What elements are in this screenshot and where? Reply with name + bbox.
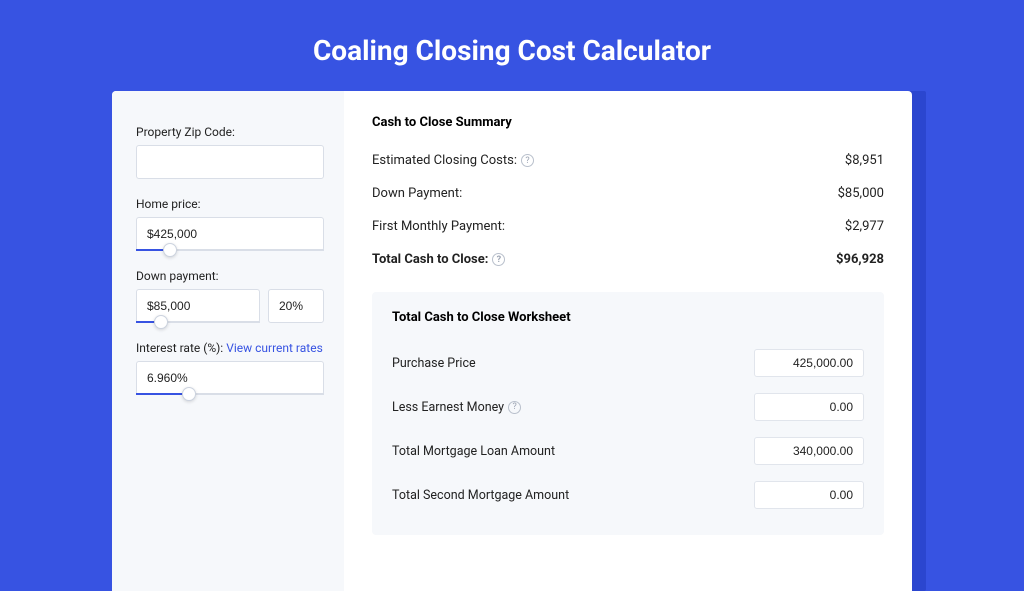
summary-row-label: First Monthly Payment: bbox=[372, 219, 505, 234]
down-payment-slider-thumb[interactable] bbox=[154, 315, 168, 329]
home-price-slider-thumb[interactable] bbox=[163, 243, 177, 257]
summary-row-value: $2,977 bbox=[845, 219, 884, 234]
worksheet-title: Total Cash to Close Worksheet bbox=[392, 310, 864, 325]
summary-row: Down Payment: $85,000 bbox=[372, 177, 884, 210]
interest-label-text: Interest rate (%): bbox=[136, 341, 226, 355]
summary-row: First Monthly Payment: $2,977 bbox=[372, 210, 884, 243]
calculator-card: Property Zip Code: Home price: Down paym… bbox=[112, 91, 912, 591]
interest-field-block: Interest rate (%): View current rates bbox=[136, 341, 324, 395]
summary-title: Cash to Close Summary bbox=[372, 115, 884, 130]
worksheet-list: Purchase Price Less Earnest Money? Total M… bbox=[392, 341, 864, 517]
summary-row-label: Estimated Closing Costs:? bbox=[372, 153, 534, 168]
worksheet-row-input[interactable] bbox=[754, 481, 864, 509]
summary-row-label: Total Cash to Close:? bbox=[372, 252, 505, 267]
results-panel: Cash to Close Summary Estimated Closing … bbox=[344, 91, 912, 591]
interest-label: Interest rate (%): View current rates bbox=[136, 341, 324, 355]
worksheet-section: Total Cash to Close Worksheet Purchase P… bbox=[372, 292, 884, 535]
down-payment-field-block: Down payment: bbox=[136, 269, 324, 323]
home-price-field-block: Home price: bbox=[136, 197, 324, 251]
down-payment-pct-input[interactable] bbox=[268, 289, 324, 323]
summary-row-label: Down Payment: bbox=[372, 186, 462, 201]
down-payment-label: Down payment: bbox=[136, 269, 324, 283]
help-icon[interactable]: ? bbox=[508, 401, 521, 414]
summary-row-value: $96,928 bbox=[836, 252, 884, 267]
zip-label: Property Zip Code: bbox=[136, 125, 324, 139]
home-price-label: Home price: bbox=[136, 197, 324, 211]
interest-input[interactable] bbox=[136, 361, 324, 395]
summary-list: Estimated Closing Costs:? $8,951 Down Paym… bbox=[372, 144, 884, 276]
help-icon[interactable]: ? bbox=[521, 154, 534, 167]
worksheet-row-label: Less Earnest Money? bbox=[392, 400, 521, 415]
worksheet-row-label: Total Second Mortgage Amount bbox=[392, 488, 569, 503]
summary-row-value: $8,951 bbox=[845, 153, 884, 168]
summary-row: Estimated Closing Costs:? $8,951 bbox=[372, 144, 884, 177]
calculator-card-wrap: Property Zip Code: Home price: Down paym… bbox=[112, 91, 912, 591]
worksheet-row-input[interactable] bbox=[754, 437, 864, 465]
worksheet-row-input[interactable] bbox=[754, 349, 864, 377]
summary-row: Total Cash to Close:? $96,928 bbox=[372, 243, 884, 276]
help-icon[interactable]: ? bbox=[492, 253, 505, 266]
page-title: Coaling Closing Cost Calculator bbox=[0, 0, 1024, 91]
interest-slider[interactable] bbox=[136, 393, 324, 395]
home-price-slider[interactable] bbox=[136, 249, 324, 251]
worksheet-row: Purchase Price bbox=[392, 341, 864, 385]
worksheet-row-label: Purchase Price bbox=[392, 356, 476, 371]
interest-slider-thumb[interactable] bbox=[182, 387, 196, 401]
worksheet-row-input[interactable] bbox=[754, 393, 864, 421]
zip-input[interactable] bbox=[136, 145, 324, 179]
view-current-rates-link[interactable]: View current rates bbox=[226, 341, 323, 355]
worksheet-row: Total Mortgage Loan Amount bbox=[392, 429, 864, 473]
worksheet-row: Total Second Mortgage Amount bbox=[392, 473, 864, 517]
inputs-panel: Property Zip Code: Home price: Down paym… bbox=[112, 91, 344, 591]
worksheet-row-label: Total Mortgage Loan Amount bbox=[392, 444, 555, 459]
zip-field-block: Property Zip Code: bbox=[136, 125, 324, 179]
worksheet-row: Less Earnest Money? bbox=[392, 385, 864, 429]
summary-row-value: $85,000 bbox=[838, 186, 884, 201]
down-payment-slider[interactable] bbox=[136, 321, 260, 323]
